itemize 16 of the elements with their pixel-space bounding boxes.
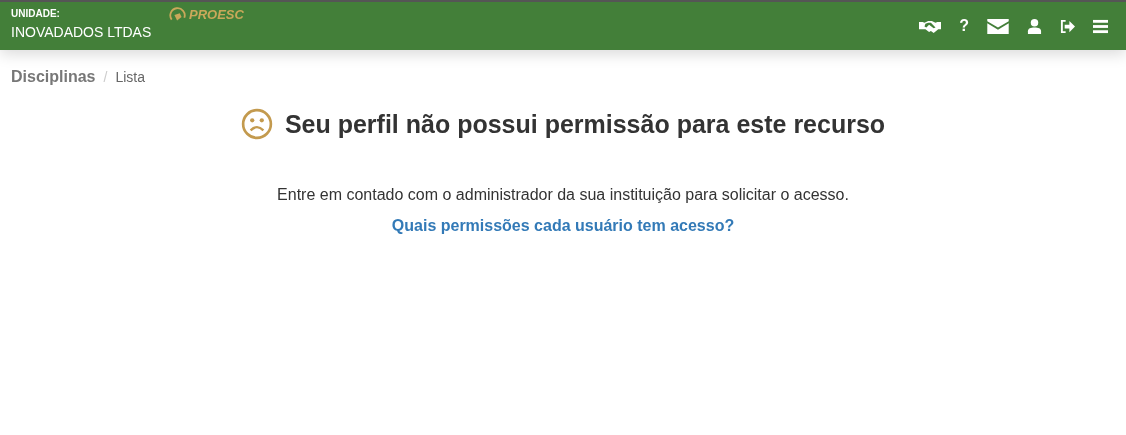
page-title: Seu perfil não possui permissão para este recurso	[284, 109, 886, 139]
breadcrumb-link[interactable]: Disciplinas	[11, 68, 96, 86]
menu-icon[interactable]	[1093, 18, 1108, 34]
breadcrumb-separator: /	[103, 69, 108, 85]
handshake-icon[interactable]	[919, 18, 942, 34]
permissions-link[interactable]: Quais permissões cada usuário tem acesso?	[391, 217, 735, 235]
logo-text: PROESC	[189, 7, 244, 22]
user-icon[interactable]	[1027, 18, 1042, 34]
info-text: Entre em contado com o administrador da sua instituição para solicitar o acesso.	[277, 186, 849, 204]
mail-icon[interactable]	[987, 18, 1009, 34]
logout-icon[interactable]	[1060, 18, 1075, 34]
breadcrumb-link[interactable]: Lista	[115, 69, 145, 85]
unit-name: INOVADADOS LTDAS	[11, 24, 153, 40]
help-icon[interactable]: ?	[959, 17, 969, 35]
unit-label: UNIDADE:	[11, 8, 61, 19]
sad-face-icon	[240, 108, 273, 140]
